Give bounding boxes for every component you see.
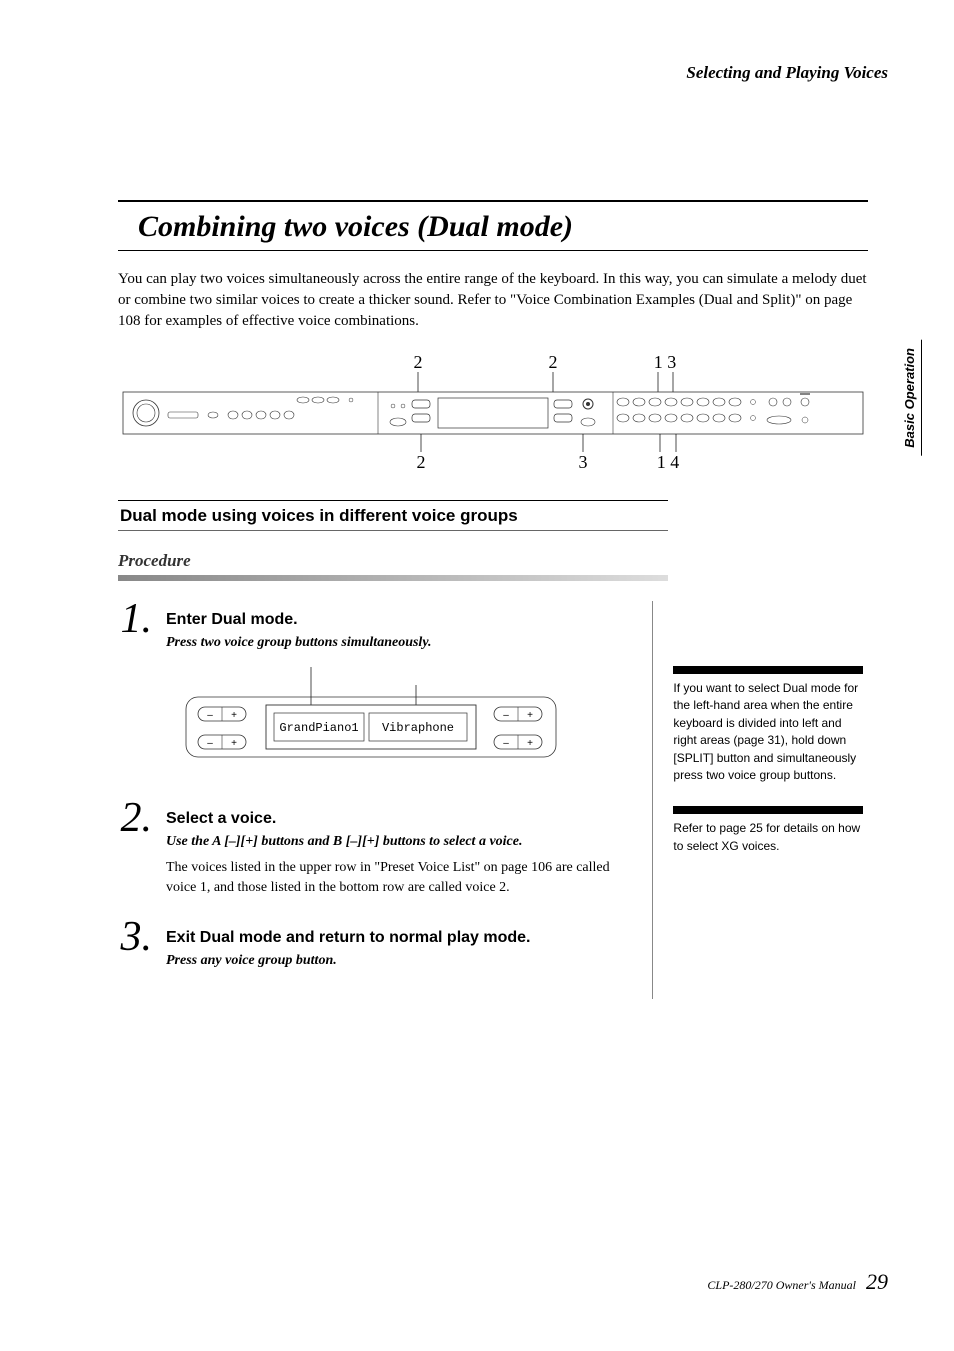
lcd-voice2: Vibraphone: [382, 721, 454, 735]
side-tab: Basic Operation: [898, 340, 922, 456]
tip-bar: [673, 666, 863, 674]
step-2: 2. Select a voice. Use the A [–][+] butt…: [118, 800, 642, 897]
lcd-figure: – + – +: [166, 667, 642, 772]
step-subtitle: Use the A [–][+] buttons and B [–][+] bu…: [166, 834, 642, 850]
diagram-num-bot-2: 3: [579, 452, 588, 470]
step-title: Enter Dual mode.: [166, 611, 642, 629]
main-content: Combining two voices (Dual mode) You can…: [118, 200, 868, 999]
step-number: 3.: [118, 919, 152, 977]
left-column: 1. Enter Dual mode. Press two voice grou…: [118, 601, 653, 999]
voice-buttons-row-1: [617, 398, 741, 406]
svg-text:+: +: [527, 738, 533, 749]
tip-bar: [673, 806, 863, 814]
svg-text:+: +: [231, 710, 237, 721]
manual-name: CLP-280/270 Owner's Manual: [707, 1278, 856, 1293]
right-column: If you want to select Dual mode for the …: [673, 601, 868, 999]
svg-text:+: +: [527, 710, 533, 721]
diagram-num-top-3: 1 3: [654, 352, 677, 372]
section-header: Selecting and Playing Voices: [686, 63, 888, 83]
tip-2: Refer to page 25 for details on how to s…: [673, 820, 863, 855]
step-title: Exit Dual mode and return to normal play…: [166, 929, 642, 947]
step-text: The voices listed in the upper row in "P…: [166, 858, 642, 897]
page-number: 29: [866, 1269, 888, 1295]
subheading: Dual mode using voices in different voic…: [118, 500, 668, 531]
voice-buttons-row-2: [617, 414, 741, 422]
page-title: Combining two voices (Dual mode): [138, 210, 868, 244]
lcd-voice1: GrandPiano1: [279, 721, 358, 735]
tip-1: If you want to select Dual mode for the …: [673, 680, 863, 784]
step-body: Select a voice. Use the A [–][+] buttons…: [166, 800, 642, 897]
title-container: Combining two voices (Dual mode): [118, 200, 868, 251]
step-body: Exit Dual mode and return to normal play…: [166, 919, 642, 977]
diagram-num-top-1: 2: [414, 352, 423, 372]
step-number: 1.: [118, 601, 152, 778]
procedure-bar: [118, 575, 668, 581]
columns: 1. Enter Dual mode. Press two voice grou…: [118, 601, 868, 999]
step-1: 1. Enter Dual mode. Press two voice grou…: [118, 601, 642, 778]
b-minus-plus-buttons: – +: [198, 735, 246, 749]
svg-text:–: –: [503, 738, 509, 749]
procedure-label: Procedure: [118, 551, 868, 571]
footer: CLP-280/270 Owner's Manual 29: [707, 1269, 888, 1295]
step-subtitle: Press two voice group buttons simultaneo…: [166, 635, 642, 651]
svg-text:–: –: [207, 738, 213, 749]
diagram-num-bot-1: 2: [417, 452, 426, 470]
panel-diagram: 2 2 1 3: [118, 350, 868, 470]
diagram-num-top-2: 2: [549, 352, 558, 372]
c-minus-plus-buttons: – +: [494, 707, 542, 721]
a-minus-plus-buttons: – +: [198, 707, 246, 721]
d-minus-plus-buttons: – +: [494, 735, 542, 749]
step-3: 3. Exit Dual mode and return to normal p…: [118, 919, 642, 977]
svg-text:–: –: [503, 710, 509, 721]
diagram-num-bot-3: 1 4: [657, 452, 680, 470]
step-subtitle: Press any voice group button.: [166, 953, 642, 969]
step-title: Select a voice.: [166, 810, 642, 828]
step-body: Enter Dual mode. Press two voice group b…: [166, 601, 642, 778]
svg-text:+: +: [231, 738, 237, 749]
step-number: 2.: [118, 800, 152, 897]
intro-paragraph: You can play two voices simultaneously a…: [118, 269, 868, 332]
svg-text:–: –: [207, 710, 213, 721]
